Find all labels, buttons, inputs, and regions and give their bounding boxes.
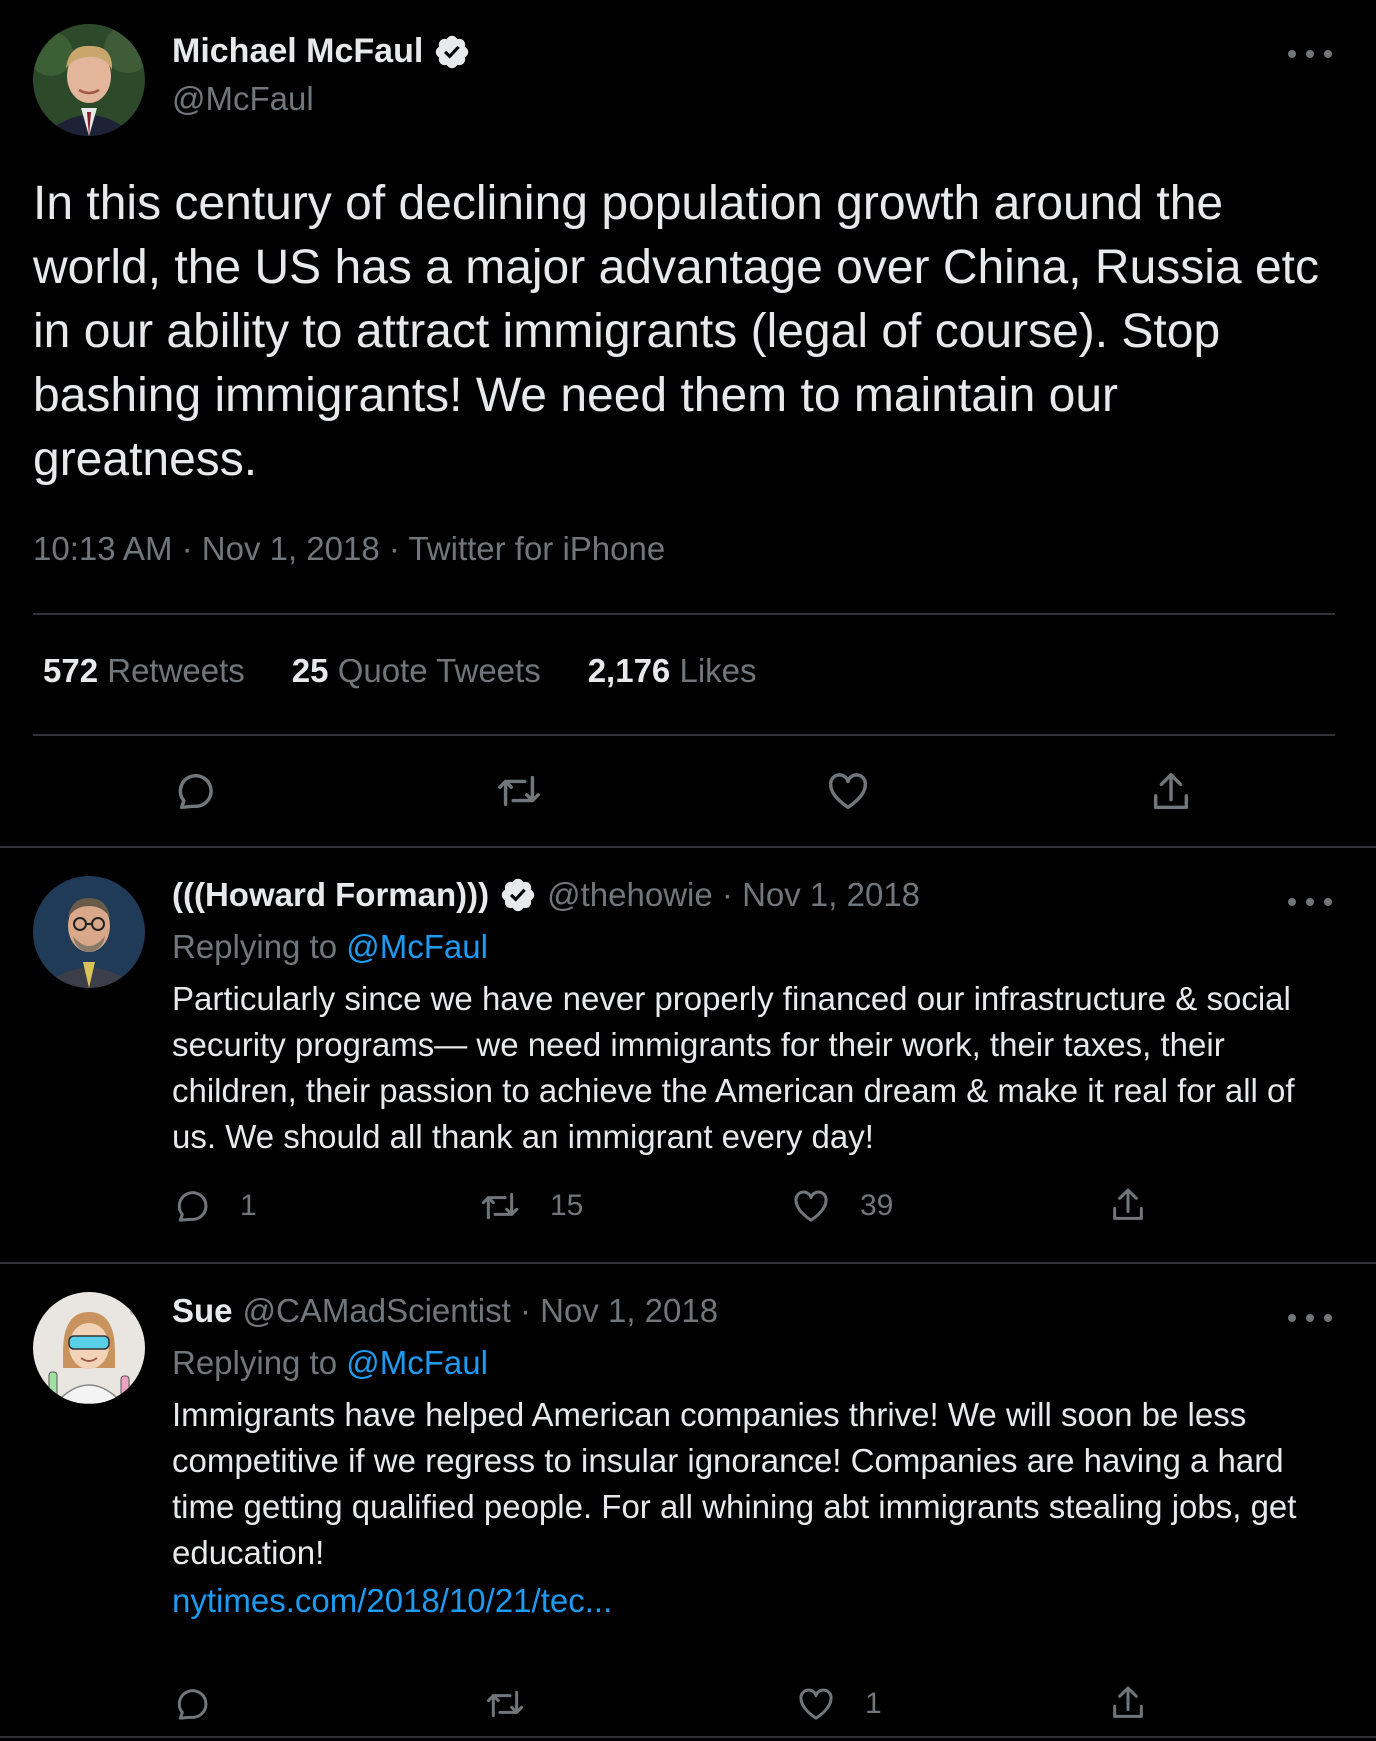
retweet-icon <box>486 1690 524 1718</box>
tweet-stats: 572 Retweets 25 Quote Tweets 2,176 Likes <box>43 652 757 690</box>
divider <box>33 613 1335 615</box>
share-button[interactable] <box>1108 1184 1148 1226</box>
verified-badge-icon <box>433 33 471 71</box>
reply-handle-date[interactable]: @thehowie · Nov 1, 2018 <box>547 876 920 914</box>
reply-author-name[interactable]: (((Howard Forman))) <box>172 876 489 914</box>
more-horizontal-icon[interactable] <box>1288 44 1332 64</box>
avatar-photo-man-glasses-icon <box>33 876 145 988</box>
avatar-photo-man-icon <box>33 24 145 136</box>
reply-text: Immigrants have helped American companie… <box>172 1396 1297 1571</box>
like-button[interactable]: 39 <box>790 1186 893 1226</box>
like-count: 1 <box>865 1687 882 1720</box>
article-link[interactable]: nytimes.com/2018/10/21/tec... <box>172 1582 612 1620</box>
heart-icon <box>829 773 867 810</box>
reply-count: 1 <box>240 1189 257 1222</box>
author-handle[interactable]: @McFaul <box>172 80 314 118</box>
reply-author-avatar[interactable] <box>33 876 145 988</box>
more-horizontal-icon[interactable] <box>1288 892 1332 912</box>
quote-tweets-stat[interactable]: 25 Quote Tweets <box>292 652 541 690</box>
main-tweet: Michael McFaul @McFaul In this century o… <box>0 0 1376 848</box>
avatar-cartoon-scientist-icon <box>33 1292 145 1404</box>
share-button[interactable] <box>1148 768 1194 816</box>
replying-to: Replying to @McFaul <box>172 928 488 966</box>
reply-bubble-icon <box>178 773 213 810</box>
reply-button[interactable]: 1 <box>172 1186 257 1226</box>
reply-author-avatar[interactable] <box>33 1292 145 1404</box>
tweet-action-bar <box>0 768 1376 816</box>
retweets-count: 572 <box>43 652 99 689</box>
tweet-text: In this century of declining population … <box>33 177 1319 486</box>
like-button[interactable] <box>824 768 872 814</box>
retweet-count: 15 <box>550 1189 584 1222</box>
heart-icon <box>794 1190 828 1222</box>
reply-header: Sue @CAMadScientist · Nov 1, 2018 <box>172 1292 718 1330</box>
quote-tweets-label: Quote Tweets <box>337 652 541 689</box>
retweet-icon <box>481 1192 519 1220</box>
author-avatar[interactable] <box>33 24 145 136</box>
replying-to-handle-link[interactable]: @McFaul <box>346 1344 488 1381</box>
retweet-button[interactable]: 15 <box>478 1186 583 1226</box>
reply-bubble-icon <box>177 1689 208 1720</box>
likes-label: Likes <box>679 652 757 689</box>
retweets-label: Retweets <box>107 652 245 689</box>
author-name-row: Michael McFaul <box>172 32 471 71</box>
retweet-button[interactable] <box>483 1684 555 1724</box>
heart-icon <box>799 1688 833 1720</box>
share-upload-icon <box>1113 1188 1143 1220</box>
reply-handle-date[interactable]: @CAMadScientist · Nov 1, 2018 <box>243 1292 719 1330</box>
replying-to-label: Replying to <box>172 928 338 965</box>
retweet-button[interactable] <box>494 768 544 814</box>
reply-tweet[interactable]: (((Howard Forman))) @thehowie · Nov 1, 2… <box>0 848 1376 1262</box>
share-upload-icon <box>1113 1686 1143 1718</box>
retweets-stat[interactable]: 572 Retweets <box>43 652 245 690</box>
quote-tweets-count: 25 <box>291 652 329 689</box>
reply-text: Particularly since we have never properl… <box>172 980 1295 1155</box>
likes-count: 2,176 <box>587 652 671 689</box>
divider <box>33 734 1335 736</box>
share-button[interactable] <box>1108 1682 1148 1724</box>
replying-to-label: Replying to <box>172 1344 338 1381</box>
reply-header: (((Howard Forman))) @thehowie · Nov 1, 2… <box>172 876 920 914</box>
reply-author-name[interactable]: Sue <box>172 1292 233 1330</box>
like-count: 39 <box>860 1189 894 1222</box>
likes-stat[interactable]: 2,176 Likes <box>588 652 757 690</box>
share-upload-icon <box>1153 773 1189 810</box>
more-horizontal-icon[interactable] <box>1288 1308 1332 1328</box>
replying-to-handle-link[interactable]: @McFaul <box>346 928 488 965</box>
like-button[interactable]: 1 <box>795 1684 882 1724</box>
tweet-timestamp-source[interactable]: 10:13 AM · Nov 1, 2018 · Twitter for iPh… <box>33 530 665 568</box>
reply-bubble-icon <box>177 1191 208 1222</box>
reply-button[interactable] <box>172 1684 240 1724</box>
reply-button[interactable] <box>172 768 218 814</box>
tweet-separator <box>0 1736 1376 1738</box>
replying-to: Replying to @McFaul <box>172 1344 488 1382</box>
verified-badge-icon <box>499 876 537 914</box>
reply-tweet[interactable]: Sue @CAMadScientist · Nov 1, 2018 Replyi… <box>0 1264 1376 1734</box>
author-name[interactable]: Michael McFaul <box>172 32 423 71</box>
retweet-icon <box>498 775 540 807</box>
